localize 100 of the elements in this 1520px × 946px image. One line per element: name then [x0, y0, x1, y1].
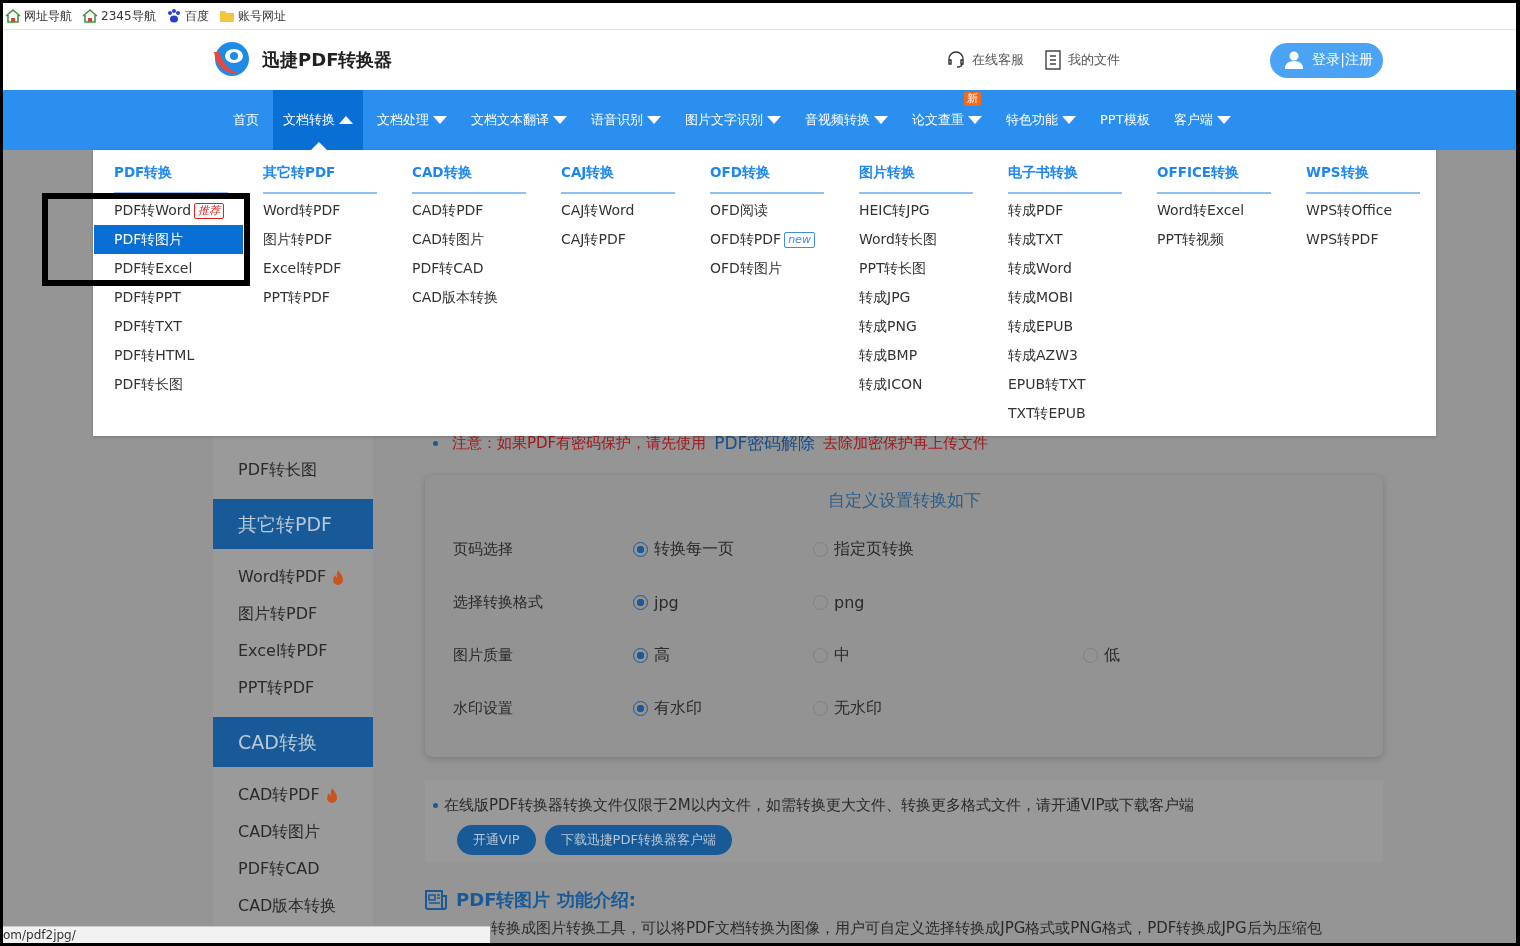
- house-icon: [5, 8, 21, 24]
- menu-item[interactable]: WPS转Office: [1286, 196, 1435, 225]
- menu-item[interactable]: CAJ转PDF: [541, 225, 690, 254]
- menu-item[interactable]: CAD转图片: [392, 225, 541, 254]
- radio-label[interactable]: 有水印: [654, 698, 702, 719]
- menu-item[interactable]: OFD阅读: [690, 196, 839, 225]
- menu-column-title: 电子书转换: [1008, 164, 1122, 194]
- radio-label[interactable]: jpg: [654, 593, 679, 612]
- radio-label[interactable]: 中: [834, 645, 850, 666]
- sidebar-link[interactable]: CAD转图片: [238, 822, 321, 843]
- menu-item[interactable]: 转成MOBI: [988, 283, 1137, 312]
- info-button[interactable]: 下载迅捷PDF转换器客户端: [544, 825, 732, 855]
- sidebar-link[interactable]: PDF转CAD: [238, 859, 320, 880]
- bookmark-link[interactable]: 2345导航: [101, 7, 156, 25]
- menu-item[interactable]: 转成AZW3: [988, 341, 1137, 370]
- tag-badge: 推荐: [194, 202, 225, 219]
- menu-column-title: 其它转PDF: [263, 164, 377, 194]
- setting-label: 水印设置: [453, 699, 514, 718]
- radio-button[interactable]: [633, 542, 648, 557]
- menu-item[interactable]: PDF转图片: [94, 225, 243, 254]
- sidebar-link[interactable]: PPT转PDF: [238, 678, 315, 699]
- menu-item[interactable]: Word转PDF: [243, 196, 392, 225]
- radio-button[interactable]: [633, 648, 648, 663]
- menu-item[interactable]: EPUB转TXT: [988, 370, 1137, 399]
- menu-column-title: PDF转换: [114, 164, 228, 194]
- menu-item[interactable]: PDF转PPT: [94, 283, 243, 312]
- setting-label: 页码选择: [453, 540, 514, 559]
- menu-item[interactable]: 转成Word: [988, 254, 1137, 283]
- new-badge: 新: [964, 92, 981, 106]
- menu-item[interactable]: 转成TXT: [988, 225, 1137, 254]
- sidebar-link[interactable]: Excel转PDF: [238, 641, 328, 662]
- header-link[interactable]: 在线客服: [972, 51, 1025, 69]
- menu-column-title: OFFICE转换: [1157, 164, 1271, 194]
- radio-label[interactable]: 无水印: [834, 698, 882, 719]
- site-title: 迅捷PDF转换器: [262, 48, 393, 72]
- newspaper-icon: [425, 890, 447, 910]
- sidebar-link[interactable]: 图片转PDF: [238, 604, 318, 625]
- menu-item[interactable]: 转成PDF: [988, 196, 1137, 225]
- user-icon: [1284, 50, 1305, 70]
- menu-item[interactable]: PPT转长图: [839, 254, 988, 283]
- sidebar-link[interactable]: CAD版本转换: [238, 896, 337, 917]
- house-icon: [82, 8, 98, 24]
- menu-item[interactable]: 转成JPG: [839, 283, 988, 312]
- menu-item[interactable]: Word转长图: [839, 225, 988, 254]
- notice-text: 去除加密保护再上传文件: [823, 433, 989, 453]
- menu-item[interactable]: 转成PNG: [839, 312, 988, 341]
- folder-icon: [218, 8, 235, 24]
- menu-item[interactable]: HEIC转JPG: [839, 196, 988, 225]
- menu-item[interactable]: Word转Excel: [1137, 196, 1286, 225]
- menu-item[interactable]: OFD转图片: [690, 254, 839, 283]
- menu-item[interactable]: PDF转CAD: [392, 254, 541, 283]
- menu-item[interactable]: TXT转EPUB: [988, 399, 1137, 428]
- bookmark-link[interactable]: 百度: [184, 7, 209, 25]
- menu-item[interactable]: 图片转PDF: [243, 225, 392, 254]
- menu-item[interactable]: PDF转Excel: [94, 254, 243, 283]
- info-text: 在线版PDF转换器转换文件仅限于2M以内文件，如需转换更大文件、转换更多格式文件，请开通VIP或下载客户端: [444, 795, 1195, 815]
- menu-item[interactable]: PDF转Word 推荐: [94, 196, 243, 225]
- menu-column-title: CAJ转换: [561, 164, 675, 194]
- bookmark-link[interactable]: 网址导航: [24, 7, 72, 25]
- radio-button[interactable]: [633, 595, 648, 610]
- info-button[interactable]: 开通VIP: [457, 825, 536, 855]
- radio-label[interactable]: png: [834, 593, 865, 612]
- menu-item[interactable]: PDF转HTML: [94, 341, 243, 370]
- menu-item[interactable]: PDF转长图: [94, 370, 243, 399]
- radio-label[interactable]: 高: [654, 645, 670, 666]
- menu-item[interactable]: CAD转PDF: [392, 196, 541, 225]
- menu-item[interactable]: CAD版本转换: [392, 283, 541, 312]
- menu-item[interactable]: CAJ转Word: [541, 196, 690, 225]
- radio-label[interactable]: 指定页转换: [834, 539, 914, 560]
- menu-column-title: 图片转换: [859, 164, 973, 194]
- sidebar-section-header[interactable]: 其它转PDF: [213, 499, 373, 549]
- menu-item[interactable]: OFD转PDF new: [690, 225, 839, 254]
- status-url: om/pdf2jpg/: [3, 926, 490, 943]
- menu-column-title: OFD转换: [710, 164, 824, 194]
- setting-label: 图片质量: [453, 646, 514, 665]
- headset-icon: [946, 50, 967, 70]
- settings-title: 自定义设置转换如下: [826, 489, 982, 512]
- header-link[interactable]: 我的文件: [1068, 51, 1121, 69]
- sidebar-link[interactable]: Word转PDF: [238, 567, 327, 588]
- sidebar-section-header[interactable]: CAD转换: [213, 717, 373, 767]
- bookmark-link[interactable]: 账号网址: [237, 7, 286, 25]
- menu-item[interactable]: 转成BMP: [839, 341, 988, 370]
- setting-label: 选择转换格式: [453, 593, 544, 612]
- menu-item[interactable]: PDF转TXT: [94, 312, 243, 341]
- sidebar-link[interactable]: PDF转长图: [238, 460, 318, 481]
- document-icon: [1044, 50, 1063, 70]
- menu-item[interactable]: 转成EPUB: [988, 312, 1137, 341]
- feature-heading: PDF转图片 功能介绍:: [456, 888, 636, 912]
- sidebar-link[interactable]: CAD转PDF: [238, 785, 320, 806]
- menu-item[interactable]: 转成ICON: [839, 370, 988, 399]
- menu-item[interactable]: WPS转PDF: [1286, 225, 1435, 254]
- nav-tab[interactable]: 文档转换: [273, 90, 363, 150]
- menu-item[interactable]: PPT转PDF: [243, 283, 392, 312]
- feature-text: 转换成图片转换工具，可以将PDF文档转换为图像，用户可自定义选择转换成JPG格式或PNG格式，PDF转换成JPG后为压缩包: [490, 919, 1323, 939]
- radio-label[interactable]: 转换每一页: [654, 539, 734, 560]
- paw-icon: [165, 8, 182, 24]
- radio-button[interactable]: [633, 701, 648, 716]
- menu-item[interactable]: PPT转视频: [1137, 225, 1286, 254]
- radio-label[interactable]: 低: [1104, 645, 1120, 666]
- menu-item[interactable]: Excel转PDF: [243, 254, 392, 283]
